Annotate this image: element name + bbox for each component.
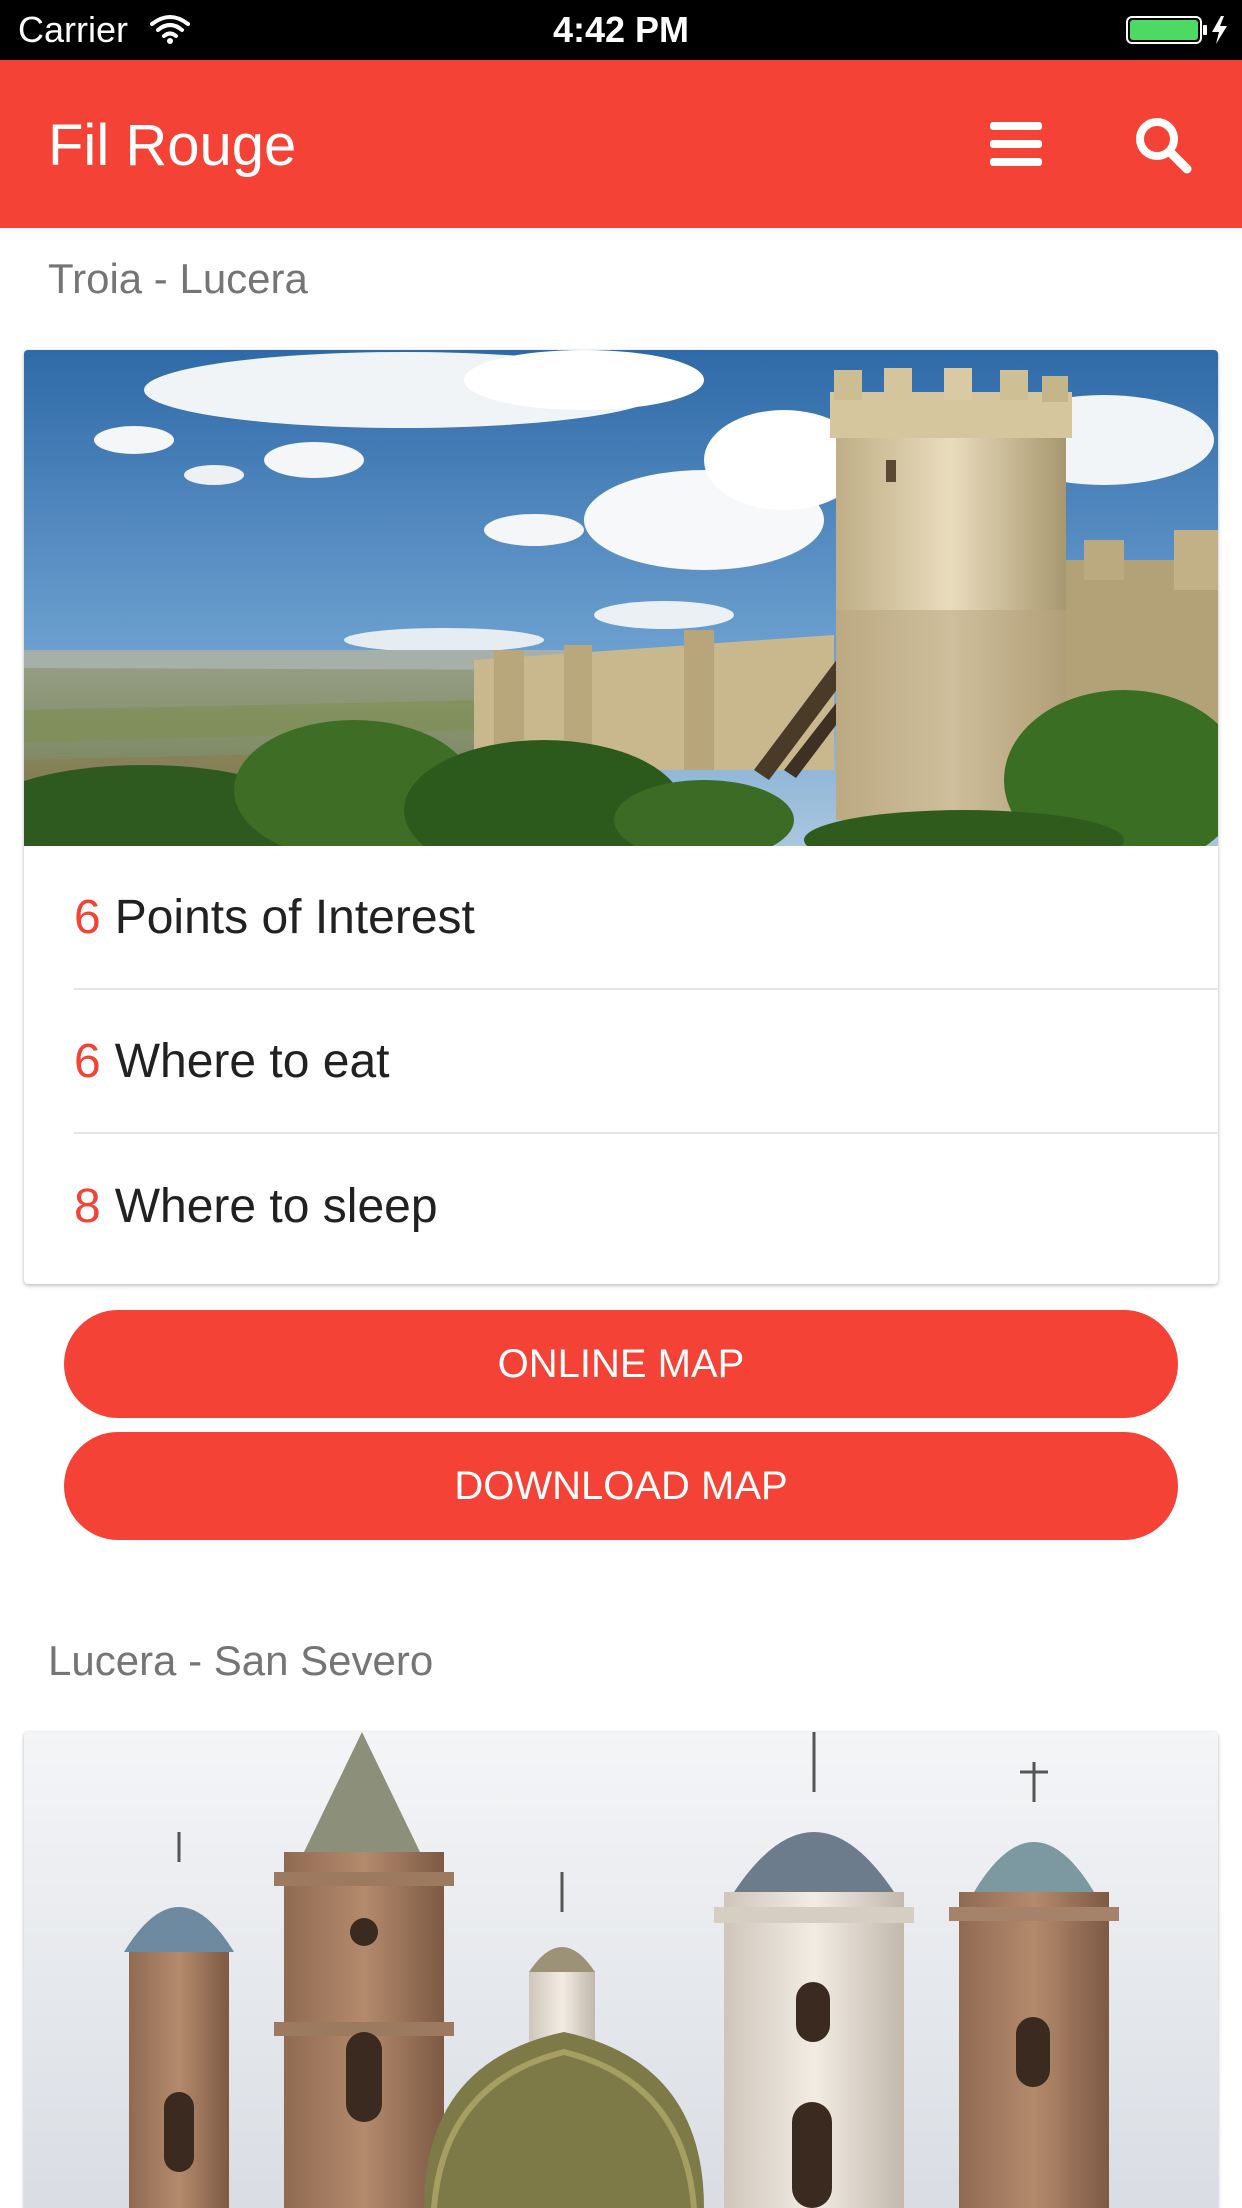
status-bar: Carrier 4:42 PM [0, 0, 1242, 60]
route-card[interactable] [24, 1732, 1218, 2208]
menu-button[interactable] [978, 112, 1054, 176]
route-card[interactable]: 6 Points of Interest 6 Where to eat 8 Wh… [24, 350, 1218, 1284]
battery-icon [1126, 16, 1227, 44]
search-button[interactable] [1126, 110, 1200, 180]
list-item-points-of-interest[interactable]: 6 Points of Interest [74, 846, 1218, 990]
item-count: 6 [74, 1034, 101, 1088]
app-bar: Fil Rouge [0, 60, 1242, 228]
item-count: 6 [74, 890, 101, 944]
search-icon [1136, 118, 1192, 174]
section-title: Lucera - San Severo [48, 1637, 434, 1684]
item-label: Points of Interest [114, 890, 475, 944]
list-item-where-to-sleep[interactable]: 8 Where to sleep [74, 1134, 1218, 1278]
clock: 4:42 PM [552, 9, 690, 50]
route-stats-list: 6 Points of Interest 6 Where to eat 8 Wh… [24, 846, 1218, 1278]
item-label: Where to sleep [114, 1179, 438, 1233]
section-title: Troia - Lucera [48, 255, 308, 302]
church-towers-photo [24, 1732, 1218, 2208]
item-label: Where to eat [114, 1034, 390, 1088]
list-item-where-to-eat[interactable]: 6 Where to eat [74, 990, 1218, 1134]
castle-landscape-photo [24, 350, 1218, 846]
hamburger-menu-icon [990, 122, 1042, 166]
app-title: Fil Rouge [48, 113, 297, 178]
online-map-button[interactable]: ONLINE MAP [64, 1310, 1178, 1418]
download-map-button[interactable]: DOWNLOAD MAP [64, 1432, 1178, 1540]
item-count: 8 [74, 1179, 101, 1233]
